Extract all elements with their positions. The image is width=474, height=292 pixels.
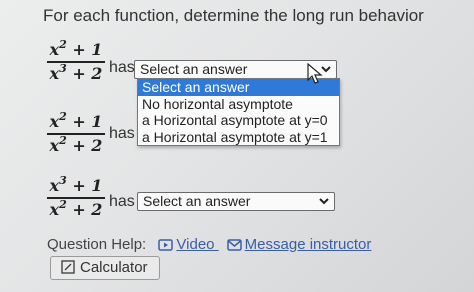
denominator-3: x2 + 2 (49, 198, 103, 219)
question-help: Question Help: Video Message instructor (47, 236, 371, 255)
dropdown-option[interactable]: a Horizontal asymptote at y=1 (138, 129, 339, 146)
instructions-text: For each function, determine the long ru… (43, 6, 424, 25)
message-instructor-link[interactable]: Message instructor (226, 236, 371, 255)
calculator-label: Calculator (80, 259, 148, 276)
calculator-icon (61, 259, 75, 281)
has-label-3: has (109, 193, 135, 210)
chevron-down-icon (318, 193, 330, 215)
numerator-2: x2 + 1 (49, 110, 103, 131)
has-label-2: has (109, 125, 135, 142)
question-page: For each function, determine the long ru… (0, 0, 474, 292)
answer-dropdown-list: Select an answer No horizontal asymptote… (137, 78, 340, 146)
question-help-label: Question Help: (47, 236, 147, 253)
numerator-3: x3 + 1 (49, 174, 103, 195)
fraction-bar (47, 197, 105, 199)
numerator-1: x2 + 1 (49, 38, 103, 59)
envelope-icon (226, 238, 242, 255)
video-icon (158, 238, 174, 255)
has-label-1: has (109, 59, 135, 76)
fraction-bar (47, 133, 105, 135)
video-link[interactable]: Video (158, 236, 218, 253)
fraction-2: x2 + 1 x2 + 2 (45, 110, 107, 156)
dropdown-option[interactable]: No horizontal asymptote (138, 96, 339, 113)
fraction-3: x3 + 1 x2 + 2 (45, 174, 107, 220)
answer-select-3[interactable]: Select an answer (137, 192, 335, 211)
mouse-pointer-icon (307, 63, 323, 84)
denominator-2: x2 + 2 (49, 134, 103, 155)
denominator-1: x3 + 2 (49, 62, 103, 83)
select-value-1: Select an answer (140, 61, 248, 77)
dropdown-option[interactable]: a Horizontal asymptote at y=0 (138, 112, 339, 129)
select-value-3: Select an answer (143, 193, 251, 209)
fraction-1: x2 + 1 x3 + 2 (45, 38, 107, 84)
calculator-button[interactable]: Calculator (50, 256, 160, 280)
fraction-bar (47, 61, 105, 63)
